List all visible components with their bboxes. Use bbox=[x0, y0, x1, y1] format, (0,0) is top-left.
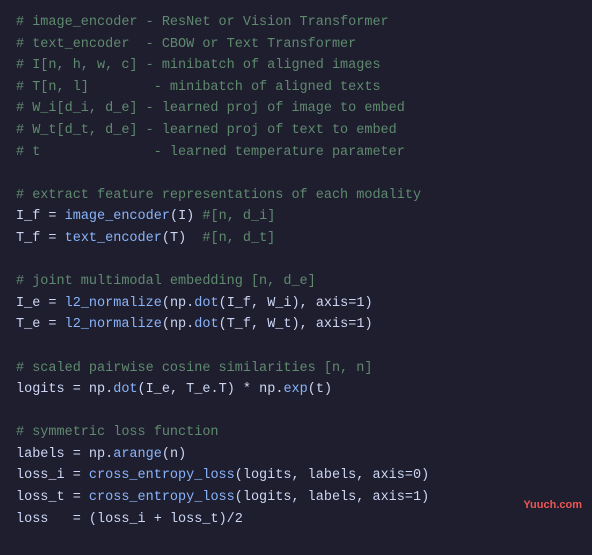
code-line-3: # I[n, h, w, c] - minibatch of aligned i… bbox=[16, 55, 576, 77]
code-line-7: # t - learned temperature parameter bbox=[16, 142, 576, 164]
blank-line-4 bbox=[16, 401, 576, 423]
code-line-13: # joint multimodal embedding [n, d_e] bbox=[16, 271, 576, 293]
code-line-22: loss_i = cross_entropy_loss(logits, labe… bbox=[16, 465, 576, 487]
code-line-5: # W_i[d_i, d_e] - learned proj of image … bbox=[16, 98, 576, 120]
code-line-24: loss = (loss_i + loss_t)/2 bbox=[16, 509, 576, 531]
code-line-11: T_f = text_encoder(T) #[n, d_t] bbox=[16, 228, 576, 250]
blank-line-1 bbox=[16, 163, 576, 185]
code-line-1: # image_encoder - ResNet or Vision Trans… bbox=[16, 12, 576, 34]
code-line-14: I_e = l2_normalize(np.dot(I_f, W_i), axi… bbox=[16, 293, 576, 315]
code-line-21: labels = np.arange(n) bbox=[16, 444, 576, 466]
code-line-2: # text_encoder - CBOW or Text Transforme… bbox=[16, 34, 576, 56]
code-line-17: # scaled pairwise cosine similarities [n… bbox=[16, 358, 576, 380]
watermark: Yuuch.com bbox=[523, 497, 582, 515]
code-line-15: T_e = l2_normalize(np.dot(T_f, W_t), axi… bbox=[16, 314, 576, 336]
code-line-18: logits = np.dot(I_e, T_e.T) * np.exp(t) bbox=[16, 379, 576, 401]
blank-line-2 bbox=[16, 250, 576, 272]
code-line-6: # W_t[d_t, d_e] - learned proj of text t… bbox=[16, 120, 576, 142]
code-line-20: # symmetric loss function bbox=[16, 422, 576, 444]
code-line-9: # extract feature representations of eac… bbox=[16, 185, 576, 207]
blank-line-3 bbox=[16, 336, 576, 358]
code-line-23: loss_t = cross_entropy_loss(logits, labe… bbox=[16, 487, 576, 509]
code-line-10: I_f = image_encoder(I) #[n, d_i] bbox=[16, 206, 576, 228]
code-container: # image_encoder - ResNet or Vision Trans… bbox=[0, 0, 592, 555]
code-line-4: # T[n, l] - minibatch of aligned texts bbox=[16, 77, 576, 99]
